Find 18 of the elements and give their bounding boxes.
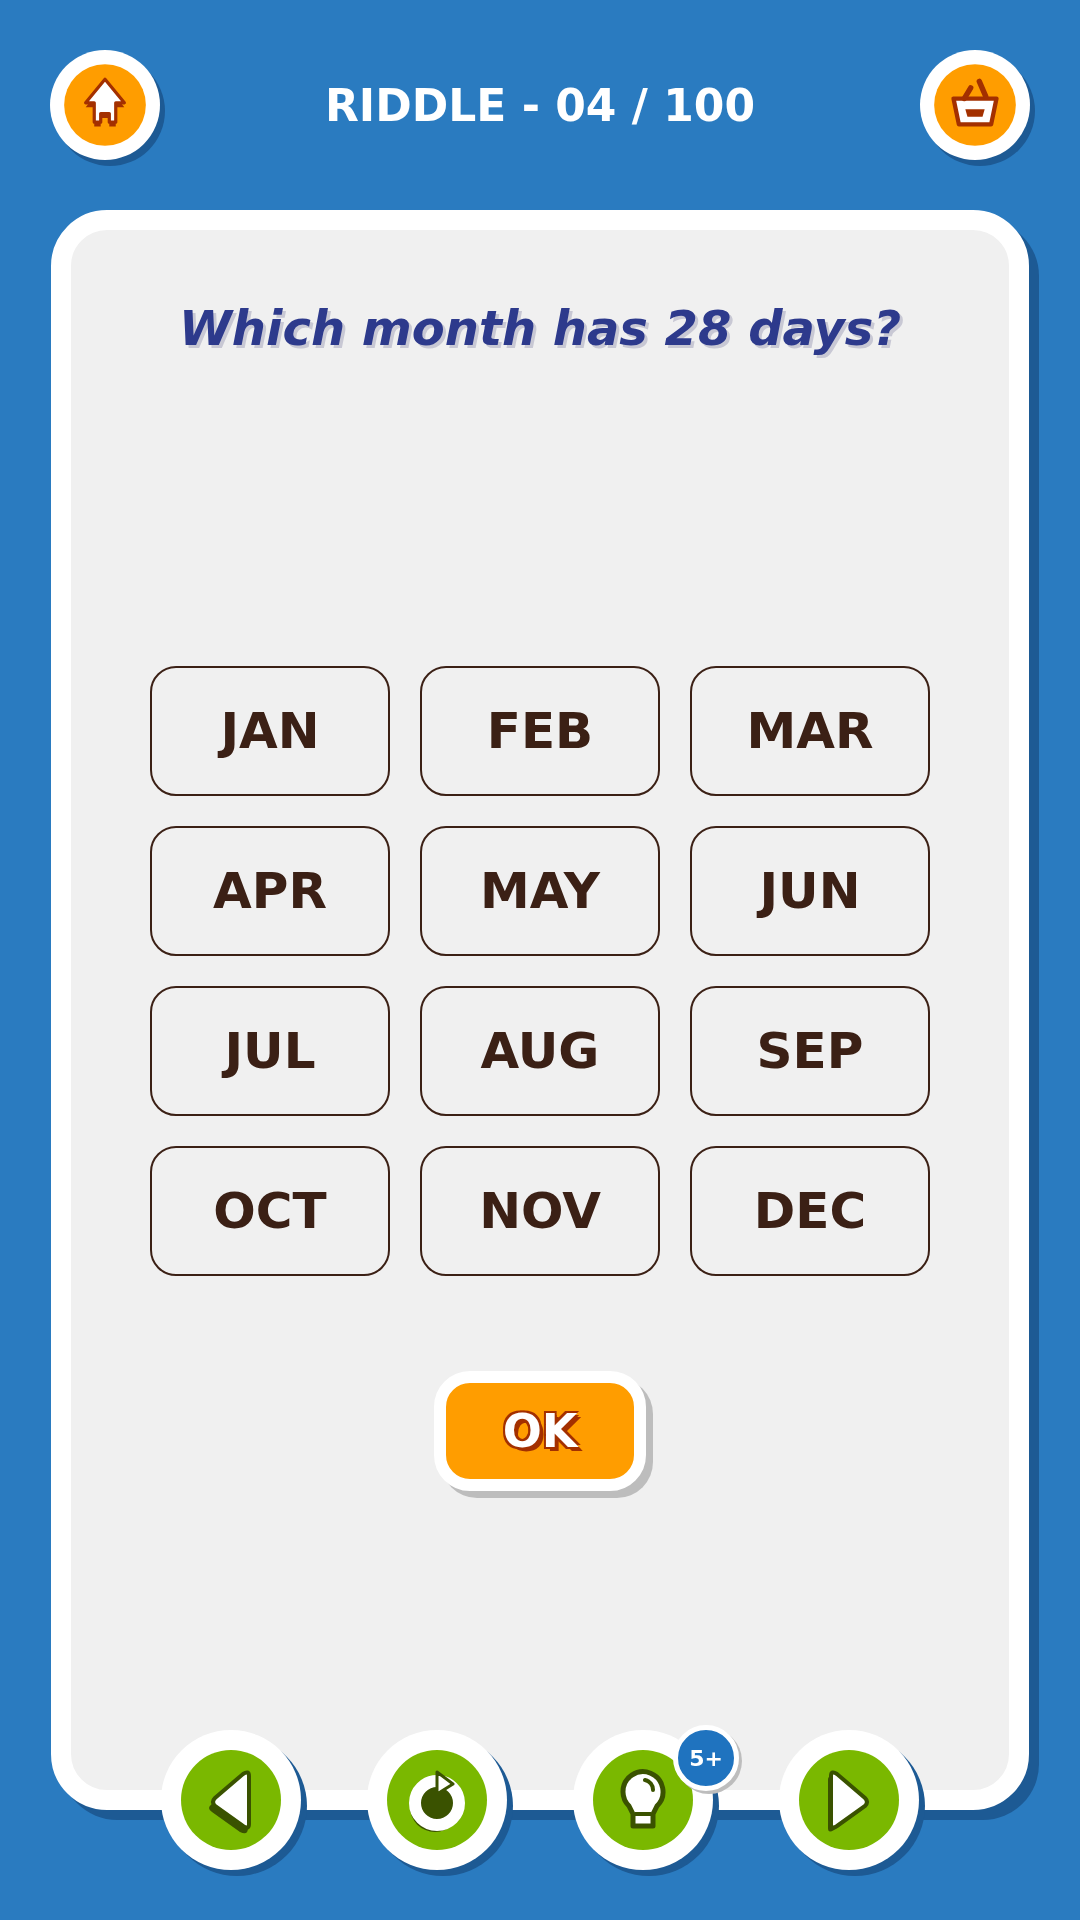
answer-option[interactable]: JAN — [150, 666, 390, 796]
answer-option[interactable]: OCT — [150, 1146, 390, 1276]
answer-option[interactable]: SEP — [690, 986, 930, 1116]
answer-option[interactable]: AUG — [420, 986, 660, 1116]
home-icon — [62, 62, 148, 148]
answer-option[interactable]: APR — [150, 826, 390, 956]
answer-option[interactable]: NOV — [420, 1146, 660, 1276]
level-title: RIDDLE - 04 / 100 — [324, 79, 756, 131]
lightbulb-icon — [593, 1750, 693, 1850]
question-text: Which month has 28 days? — [178, 300, 902, 356]
answer-option[interactable]: MAY — [420, 826, 660, 956]
answer-option[interactable]: DEC — [690, 1146, 930, 1276]
answer-option[interactable]: MAR — [690, 666, 930, 796]
answer-option[interactable]: JUN — [690, 826, 930, 956]
answer-option[interactable]: FEB — [420, 666, 660, 796]
answer-option[interactable]: JUL — [150, 986, 390, 1116]
basket-icon — [932, 62, 1018, 148]
restart-icon — [387, 1750, 487, 1850]
